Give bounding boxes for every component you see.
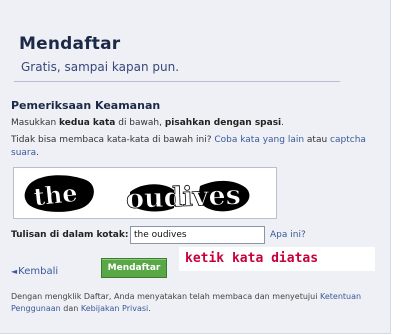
- terms-text: .: [148, 304, 151, 313]
- instruction-bold-words: kedua kata: [59, 118, 116, 128]
- back-arrow-icon: ◄: [11, 267, 18, 276]
- try-other-words-link[interactable]: Coba kata yang lain: [214, 135, 304, 145]
- page-title: Mendaftar: [19, 34, 121, 54]
- security-check-heading: Pemeriksaan Keamanan: [11, 99, 161, 112]
- whats-this-link[interactable]: Apa ini?: [270, 230, 306, 240]
- instruction-text: Masukkan: [11, 118, 60, 128]
- terms-text: Dengan mengklik Daftar, Anda menyatakan …: [11, 292, 320, 301]
- captcha-input[interactable]: [130, 226, 265, 244]
- page-subtitle: Gratis, sampai kapan pun.: [21, 60, 180, 74]
- instruction-text: di bawah,: [115, 118, 165, 128]
- signup-panel: Mendaftar Gratis, sampai kapan pun. Peme…: [0, 0, 391, 334]
- captcha-word-2: oudives: [125, 180, 241, 215]
- cant-read-text: atau: [304, 135, 331, 145]
- captcha-word-1: the: [32, 178, 79, 211]
- signup-submit-button[interactable]: Mendaftar: [101, 258, 167, 278]
- back-link[interactable]: ◄Kembali: [11, 266, 58, 277]
- divider: [14, 81, 340, 82]
- terms-text: dan: [60, 304, 81, 313]
- captcha-instruction: Masukkan kedua kata di bawah, pisahkan d…: [11, 118, 284, 128]
- cant-read-text: .: [36, 148, 39, 158]
- captcha-graphic: the oudives: [24, 175, 250, 215]
- annotation-overlay: ketik kata diatas: [179, 247, 375, 271]
- captcha-field-label: Tulisan di dalam kotak:: [11, 230, 129, 240]
- back-link-label: Kembali: [18, 266, 59, 277]
- captcha-image: the oudives: [13, 167, 277, 219]
- privacy-policy-link[interactable]: Kebijakan Privasi: [81, 304, 148, 313]
- cant-read-text: Tidak bisa membaca kata-kata di bawah in…: [11, 135, 215, 145]
- cant-read-note: Tidak bisa membaca kata-kata di bawah in…: [11, 134, 371, 160]
- terms-notice: Dengan mengklik Daftar, Anda menyatakan …: [11, 291, 381, 315]
- instruction-bold-separate: pisahkan dengan spasi: [164, 118, 282, 128]
- instruction-text: .: [281, 118, 285, 128]
